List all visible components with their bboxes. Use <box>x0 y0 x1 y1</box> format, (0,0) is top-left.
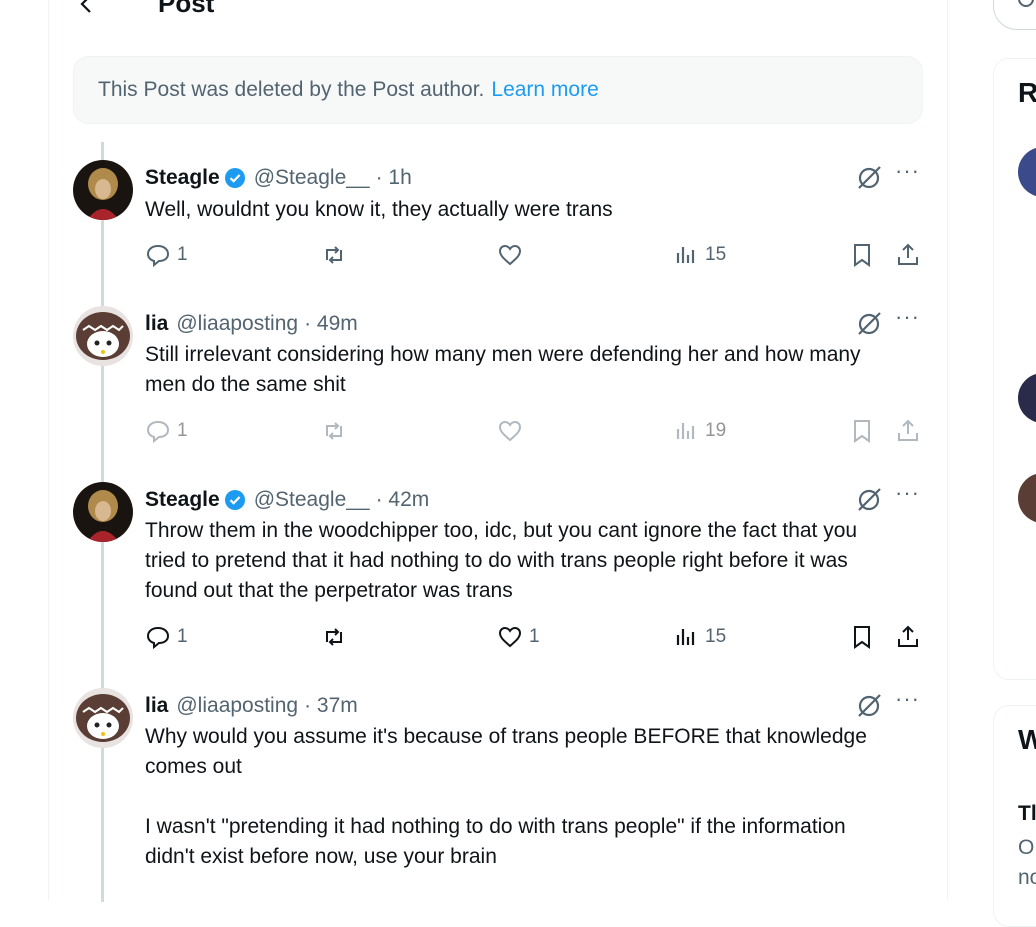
view-count: 15 <box>705 626 727 647</box>
reply-button[interactable]: 1 <box>145 418 188 444</box>
grok-icon[interactable] <box>855 164 883 192</box>
views-icon <box>676 629 695 645</box>
bookmark-button[interactable] <box>849 624 875 650</box>
avatar[interactable] <box>73 160 133 220</box>
search-icon <box>1018 0 1034 7</box>
arrow-left-icon <box>80 0 91 13</box>
reply-button[interactable]: 1 <box>145 624 188 650</box>
sidebar-card-heading: R <box>1018 77 1036 108</box>
like-button[interactable] <box>497 242 523 268</box>
bookmark-button[interactable] <box>849 242 875 268</box>
repost-icon <box>326 246 342 264</box>
avatar[interactable] <box>1018 147 1036 197</box>
deleted-post-notice: This Post was deleted by the Post author… <box>73 56 923 124</box>
repost-button[interactable] <box>321 624 347 650</box>
more-options-icon[interactable]: ··· <box>895 686 920 712</box>
tweet-text: Still irrelevant considering how many me… <box>145 343 861 396</box>
like-button[interactable] <box>497 418 523 444</box>
post-time[interactable]: · 42m <box>376 488 430 512</box>
share-icon <box>898 419 918 441</box>
search-bar[interactable] <box>993 0 1036 30</box>
back-button[interactable] <box>76 0 100 23</box>
heart-icon <box>498 420 522 442</box>
views-icon <box>676 423 695 439</box>
sidebar-card: R <box>993 58 1036 680</box>
tweet-text: Throw them in the woodchipper too, idc, … <box>145 519 858 602</box>
repost-button[interactable] <box>321 418 347 444</box>
author-name[interactable]: Steagle <box>145 166 220 190</box>
author-handle[interactable]: @Steagle__ <box>254 166 370 190</box>
share-button[interactable] <box>895 418 921 444</box>
author-handle[interactable]: @Steagle__ <box>254 488 370 512</box>
bookmark-icon <box>854 244 870 267</box>
heart-icon <box>498 244 522 266</box>
grok-icon[interactable] <box>855 692 883 720</box>
more-options-icon[interactable]: ··· <box>895 304 920 330</box>
page-title: Post <box>158 0 215 18</box>
post-time[interactable]: · 1h <box>376 166 412 190</box>
learn-more-link[interactable]: Learn more <box>491 78 598 102</box>
reply-icon <box>146 244 170 268</box>
reply-count: 1 <box>177 420 188 441</box>
views-button[interactable]: 15 <box>673 624 726 650</box>
share-button[interactable] <box>895 624 921 650</box>
reply-count: 1 <box>177 244 188 265</box>
reply-count: 1 <box>177 626 188 647</box>
trend-text: no <box>1018 866 1036 889</box>
share-button[interactable] <box>895 242 921 268</box>
avatar[interactable] <box>1018 373 1036 423</box>
repost-icon <box>326 628 342 646</box>
post-time[interactable]: · 37m <box>304 694 358 718</box>
views-icon <box>676 247 695 263</box>
tweet-actions: 1 15 <box>145 242 935 272</box>
share-icon <box>898 625 918 647</box>
view-count: 19 <box>705 420 727 441</box>
author-name[interactable]: lia <box>145 312 168 336</box>
trend-text: O <box>1018 836 1035 859</box>
reply-icon <box>146 420 170 444</box>
repost-icon <box>326 422 342 440</box>
author-name[interactable]: lia <box>145 694 168 718</box>
reply-icon <box>146 626 170 650</box>
more-options-icon[interactable]: ··· <box>895 480 920 506</box>
views-button[interactable]: 19 <box>673 418 726 444</box>
view-count: 15 <box>705 244 727 265</box>
like-count: 1 <box>529 626 540 647</box>
bookmark-button[interactable] <box>849 418 875 444</box>
sidebar-card: W Tl O no <box>993 705 1036 927</box>
avatar[interactable] <box>73 482 133 542</box>
deleted-notice-text: This Post was deleted by the Post author… <box>98 78 485 101</box>
trend-title[interactable]: Tl <box>1018 802 1036 826</box>
reply-button[interactable]: 1 <box>145 242 188 268</box>
like-button[interactable]: 1 <box>497 624 540 650</box>
avatar[interactable] <box>1018 473 1036 523</box>
grok-icon[interactable] <box>855 486 883 514</box>
repost-button[interactable] <box>321 242 347 268</box>
verified-badge-icon <box>224 490 245 510</box>
grok-icon[interactable] <box>855 310 883 338</box>
author-name[interactable]: Steagle <box>145 488 220 512</box>
tweet-actions: 1 19 <box>145 418 935 448</box>
tweet-text: Well, wouldnt you know it, they actually… <box>145 198 613 221</box>
bookmark-icon <box>854 626 870 649</box>
author-handle[interactable]: @liaaposting <box>176 312 298 336</box>
bookmark-icon <box>854 420 870 443</box>
avatar[interactable] <box>73 688 133 748</box>
heart-icon <box>498 626 522 648</box>
share-icon <box>898 243 918 265</box>
tweet-actions: 1 1 15 <box>145 624 935 654</box>
views-button[interactable]: 15 <box>673 242 726 268</box>
tweet-text: Why would you assume it's because of tra… <box>145 725 867 868</box>
avatar[interactable] <box>73 306 133 366</box>
more-options-icon[interactable]: ··· <box>895 158 920 184</box>
author-handle[interactable]: @liaaposting <box>176 694 298 718</box>
post-time[interactable]: · 49m <box>304 312 358 336</box>
sidebar-card-heading: W <box>1018 724 1036 755</box>
verified-badge-icon <box>224 168 245 188</box>
